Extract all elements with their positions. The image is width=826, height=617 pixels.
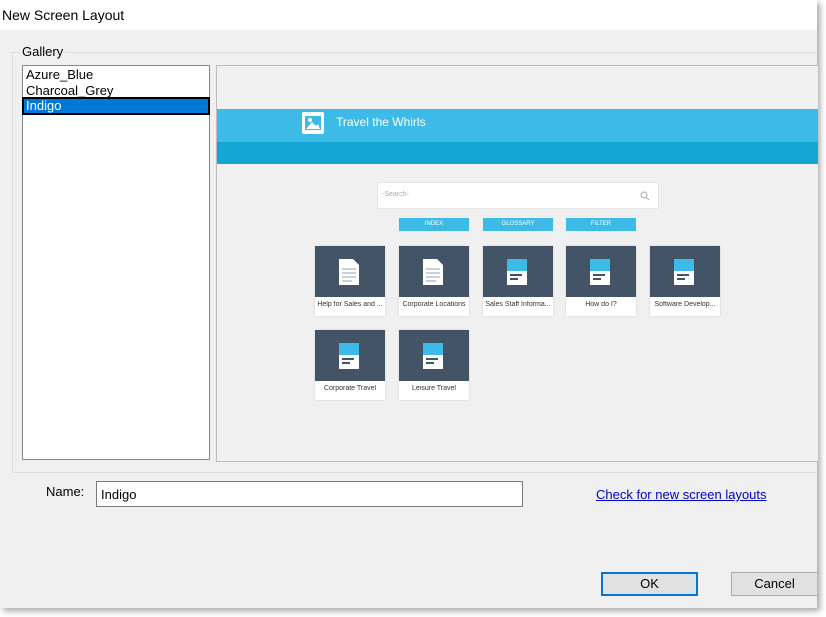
name-input[interactable] <box>96 481 523 507</box>
preview-tile-label: Software Develop... <box>654 301 716 308</box>
search-icon <box>640 191 650 201</box>
ok-button[interactable]: OK <box>601 572 698 596</box>
gallery-label: Gallery <box>20 44 66 59</box>
layout-preview: Travel the Whirls -Search- INDEX GLOSSAR… <box>216 65 818 462</box>
preview-search: -Search- <box>377 182 659 209</box>
book-icon <box>507 259 527 285</box>
preview-tile-label: Leisure Travel <box>412 385 456 392</box>
window-title: New Screen Layout <box>2 7 125 23</box>
document-icon <box>339 259 359 285</box>
preview-tile-label: How do I? <box>585 301 617 308</box>
book-icon <box>339 343 359 369</box>
cancel-button[interactable]: Cancel <box>731 572 817 596</box>
check-for-new-layouts-link[interactable]: Check for new screen layouts <box>596 487 767 502</box>
book-icon <box>423 343 443 369</box>
list-item-indigo[interactable]: Indigo <box>22 97 210 115</box>
book-icon <box>590 259 610 285</box>
preview-tile-label: Sales Staff Informa... <box>485 301 551 308</box>
preview-tile: Corporate Locations <box>399 246 469 316</box>
preview-subheader <box>217 142 818 164</box>
preview-tile: Sales Staff Informa... <box>483 246 553 316</box>
preview-tile-label: Corporate Travel <box>323 385 377 392</box>
preview-tile-label: Corporate Locations <box>402 301 466 308</box>
list-item-azure-blue[interactable]: Azure_Blue <box>23 67 209 83</box>
preview-tile: Leisure Travel <box>399 330 469 400</box>
preview-tile: Help for Sales and ... <box>315 246 385 316</box>
document-icon <box>423 259 443 285</box>
preview-tile: Software Develop... <box>650 246 720 316</box>
book-icon <box>674 259 694 285</box>
image-icon <box>302 112 324 134</box>
preview-search-placeholder: -Search- <box>382 191 409 198</box>
preview-header-title: Travel the Whirls <box>336 115 426 129</box>
preview-index-button: INDEX <box>399 218 469 231</box>
preview-glossary-button: GLOSSARY <box>483 218 553 231</box>
new-screen-layout-dialog: New Screen Layout Gallery Azure_Blue Cha… <box>0 0 818 608</box>
preview-filter-button: FILTER <box>566 218 636 231</box>
gallery-list[interactable]: Azure_Blue Charcoal_Grey Indigo <box>22 65 210 460</box>
name-label: Name: <box>46 484 85 499</box>
preview-tile-label: Help for Sales and ... <box>317 301 383 308</box>
title-bar: New Screen Layout <box>0 0 817 30</box>
preview-tile: Corporate Travel <box>315 330 385 400</box>
preview-tile: How do I? <box>566 246 636 316</box>
list-item-charcoal-grey[interactable]: Charcoal_Grey <box>23 83 209 99</box>
